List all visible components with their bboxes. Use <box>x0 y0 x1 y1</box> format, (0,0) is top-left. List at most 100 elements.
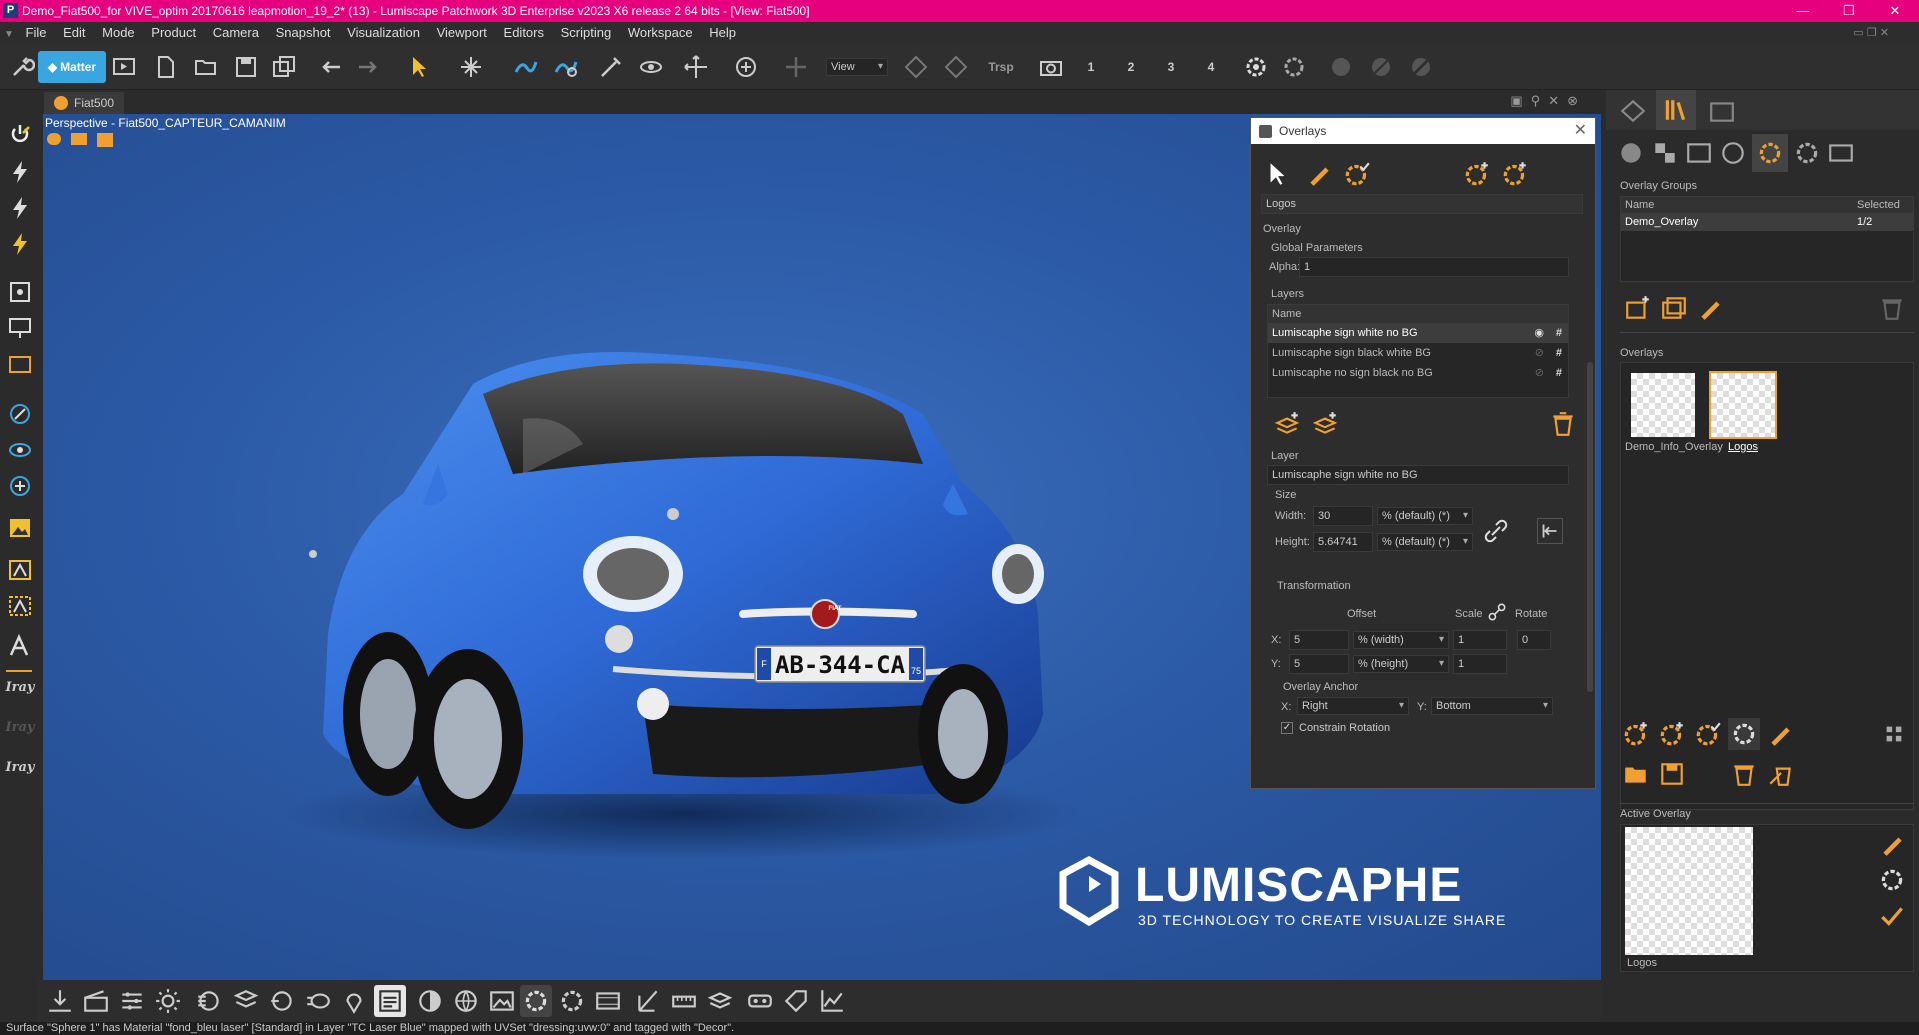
overlay-name-field[interactable]: Logos <box>1261 194 1583 214</box>
view-select[interactable]: View <box>826 58 888 76</box>
frame-add-icon[interactable] <box>4 348 36 380</box>
anchor-x-select[interactable]: Right <box>1297 697 1409 715</box>
save-as-icon[interactable] <box>268 51 300 83</box>
layer-row[interactable]: Lumiscaphe no sign black no BG ⊘ # <box>1268 363 1568 383</box>
width-input[interactable]: 30 <box>1313 506 1373 526</box>
image-text-icon[interactable] <box>4 554 36 586</box>
menu-arrow-icon[interactable]: ▼ <box>4 29 14 40</box>
postprocess-gear-icon[interactable] <box>556 985 588 1017</box>
arrow-diamond-right-icon[interactable] <box>940 51 972 83</box>
camera-1-button[interactable]: 1 <box>1075 51 1107 83</box>
transparency-button[interactable]: Trsp <box>985 51 1017 83</box>
menu-edit[interactable]: Edit <box>63 25 85 40</box>
add-overlay-2-icon[interactable] <box>1499 158 1531 190</box>
x-unit-select[interactable]: % (width) <box>1353 631 1449 649</box>
matter-button[interactable]: ◆ Matter <box>38 51 106 83</box>
menu-help[interactable]: Help <box>709 25 736 40</box>
render-view-icon[interactable] <box>108 51 140 83</box>
tab-library-icon[interactable] <box>1656 90 1696 130</box>
location-icon[interactable] <box>338 985 370 1017</box>
camera-icon[interactable] <box>1035 51 1067 83</box>
eye-hidden-icon[interactable]: ⊘ <box>1535 363 1544 383</box>
sliders-icon[interactable] <box>116 985 148 1017</box>
menu-snapshot[interactable]: Snapshot <box>276 25 331 40</box>
flow-icon[interactable] <box>510 51 542 83</box>
lightning-icon[interactable] <box>4 156 36 188</box>
add-overlay-2-icon[interactable] <box>1656 718 1688 750</box>
tag-icon[interactable] <box>780 985 812 1017</box>
camera-2-button[interactable]: 2 <box>1115 51 1147 83</box>
active-overlay-thumb[interactable] <box>1625 827 1753 955</box>
view-tab-controls[interactable]: ▣⚲✕⊗ <box>1510 93 1586 109</box>
image-library-icon[interactable] <box>1684 138 1714 168</box>
anchor-y-select[interactable]: Bottom <box>1431 697 1553 715</box>
overlays-window-header[interactable]: Overlays ✕ <box>1251 118 1595 144</box>
delete-overlay-icon[interactable] <box>1728 758 1760 790</box>
undo-icon[interactable] <box>315 51 347 83</box>
clapper-icon[interactable] <box>80 985 112 1017</box>
menu-file[interactable]: File <box>26 25 47 40</box>
constrain-rotation-checkbox[interactable]: ✓ <box>1281 722 1293 734</box>
delete-layer-icon[interactable] <box>1549 410 1577 438</box>
open-folder-icon[interactable] <box>190 51 222 83</box>
duplicate-group-icon[interactable] <box>1658 292 1690 324</box>
mdi-controls[interactable]: ▭ ❐ ✕ <box>1853 22 1889 44</box>
image-text-2-icon[interactable] <box>4 590 36 622</box>
select-cursor-icon[interactable] <box>1261 158 1293 190</box>
add-layer-icon[interactable] <box>1273 410 1301 438</box>
fx-1-icon[interactable] <box>193 985 225 1017</box>
layer-name-field[interactable]: Lumiscaphe sign white no BG <box>1267 465 1569 485</box>
layer-row[interactable]: Lumiscaphe sign white no BG ◉ # <box>1268 323 1568 343</box>
validate-icon[interactable] <box>1877 901 1907 931</box>
scale-link-icon[interactable] <box>1487 602 1507 622</box>
fit-size-icon[interactable] <box>1537 518 1563 544</box>
menu-camera[interactable]: Camera <box>213 25 259 40</box>
focus-icon[interactable] <box>4 276 36 308</box>
picture-icon[interactable] <box>486 985 518 1017</box>
menu-viewport[interactable]: Viewport <box>437 25 487 40</box>
duplicate-layer-icon[interactable] <box>1311 410 1339 438</box>
target-icon[interactable] <box>4 470 36 502</box>
apply-overlay-icon[interactable] <box>1692 718 1724 750</box>
height-input[interactable]: 5.64741 <box>1313 532 1373 552</box>
eye-icon[interactable] <box>4 434 36 466</box>
camera-4-button[interactable]: 4 <box>1195 51 1227 83</box>
overlays-scrollbar[interactable] <box>1587 362 1593 692</box>
y-scale-input[interactable]: 1 <box>1453 654 1507 674</box>
add-overlay-icon[interactable] <box>1620 718 1652 750</box>
material-editor-icon[interactable] <box>414 985 446 1017</box>
menu-scripting[interactable]: Scripting <box>561 25 612 40</box>
fx-2-icon[interactable] <box>230 985 262 1017</box>
iray-button-2[interactable]: Iray <box>4 720 36 735</box>
pipette-icon[interactable] <box>595 51 627 83</box>
layer-row[interactable]: Lumiscaphe sign black white BG ⊘ # <box>1268 343 1568 363</box>
rotate-input[interactable]: 0 <box>1517 630 1551 650</box>
maximize-button[interactable]: ❐ <box>1826 0 1872 22</box>
stack-icon[interactable] <box>704 985 736 1017</box>
new-file-icon[interactable] <box>150 51 182 83</box>
x-offset-input[interactable]: 5 <box>1289 630 1349 650</box>
ruler-icon[interactable] <box>668 985 700 1017</box>
fx-4-icon[interactable] <box>302 985 334 1017</box>
select-arrow-icon[interactable] <box>403 51 435 83</box>
close-button[interactable]: ✕ <box>1872 0 1918 22</box>
font-icon[interactable] <box>4 630 36 662</box>
globe-icon[interactable] <box>450 985 482 1017</box>
graph-icon[interactable] <box>816 985 848 1017</box>
postprocess-icon[interactable] <box>1792 138 1822 168</box>
vr-headset-icon[interactable] <box>744 985 776 1017</box>
edit-active-overlay-icon[interactable] <box>1877 829 1907 859</box>
background-icon[interactable] <box>1826 138 1856 168</box>
overlay-manager-icon[interactable] <box>520 985 552 1017</box>
add-overlay-icon[interactable] <box>1461 158 1493 190</box>
presentation-icon[interactable] <box>4 312 36 344</box>
power-icon[interactable] <box>4 118 36 150</box>
flow-gear-icon[interactable] <box>550 51 582 83</box>
overlay-editor-button[interactable] <box>374 985 406 1017</box>
iray-button-1[interactable]: Iray <box>4 680 36 695</box>
y-offset-input[interactable]: 5 <box>1289 654 1349 674</box>
tab-gallery-icon[interactable] <box>1706 96 1738 126</box>
save-icon[interactable] <box>230 51 262 83</box>
tool-measure-icon[interactable] <box>632 985 664 1017</box>
overlay-check-icon[interactable] <box>1341 158 1373 190</box>
